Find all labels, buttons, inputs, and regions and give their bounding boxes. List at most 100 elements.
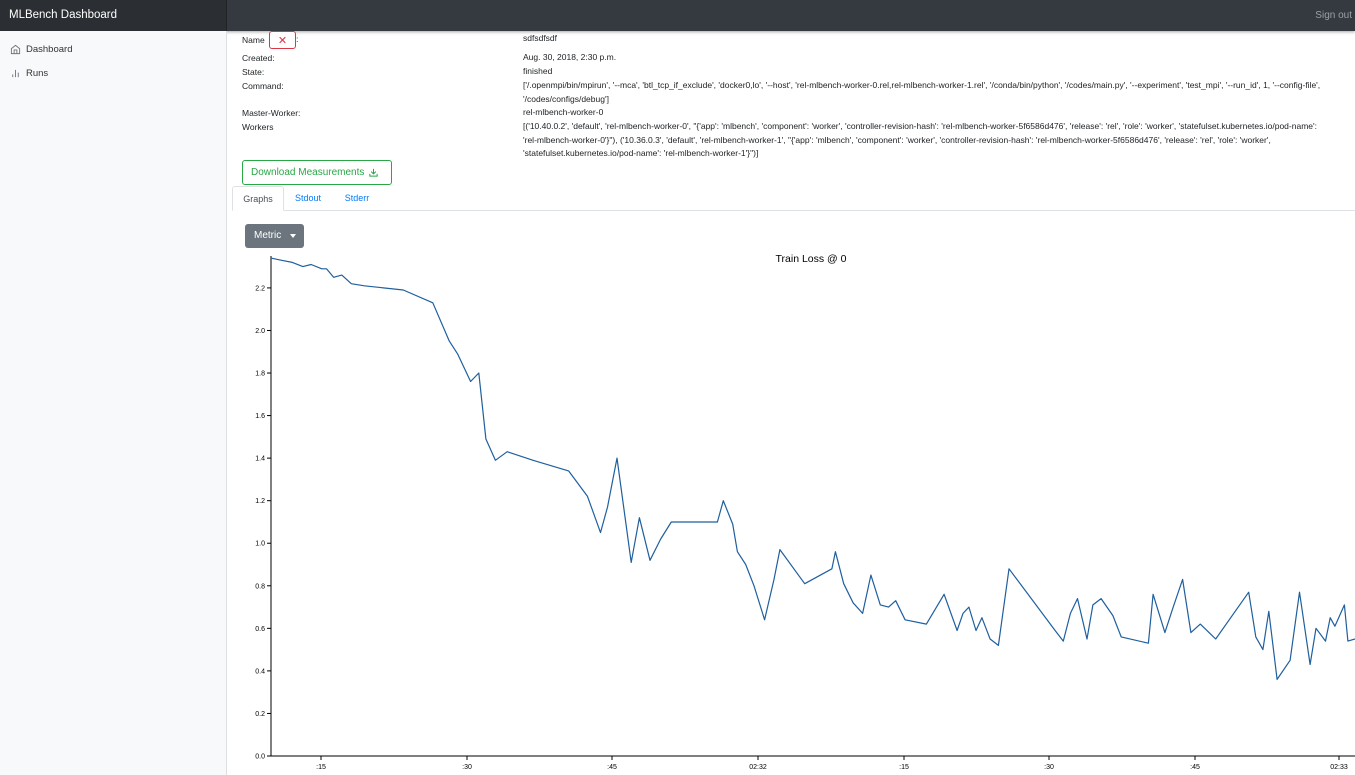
data-point <box>568 470 569 471</box>
y-tick-label: 1.8 <box>255 371 265 378</box>
data-point <box>495 460 496 461</box>
y-tick-label: 1.4 <box>255 456 265 463</box>
y-tick-label: 1.0 <box>255 541 265 548</box>
data-point <box>990 638 991 639</box>
data-point <box>998 645 999 646</box>
data-point <box>1182 579 1183 580</box>
data-point <box>831 568 832 569</box>
created-label: Created: <box>242 53 275 63</box>
sidebar-item-dashboard[interactable]: Dashboard <box>10 41 72 57</box>
data-point <box>1276 679 1277 680</box>
caret-down-icon <box>290 234 296 238</box>
y-tick-label: 0.6 <box>255 626 265 633</box>
data-point <box>880 604 881 605</box>
y-tick-label: 2.2 <box>255 285 265 292</box>
data-point <box>1190 632 1191 633</box>
data-point <box>321 268 322 269</box>
delete-name-button[interactable]: ✕ <box>269 31 296 49</box>
data-point <box>587 496 588 497</box>
y-tick-label: 1.2 <box>255 498 265 505</box>
brand-title[interactable]: MLBench Dashboard <box>0 0 227 31</box>
data-point <box>600 532 601 533</box>
data-point <box>607 506 608 507</box>
sidebar-item-label: Dashboard <box>26 43 73 55</box>
x-tick-label: 02:33 <box>1330 764 1348 770</box>
data-point <box>478 372 479 373</box>
data-point <box>723 500 724 501</box>
tab-stdout[interactable]: Stdout <box>286 186 330 211</box>
data-point <box>745 564 746 565</box>
y-tick-label: 0.8 <box>255 583 265 590</box>
data-point <box>311 264 312 265</box>
data-point <box>1344 604 1345 605</box>
data-point <box>1310 664 1311 665</box>
data-point <box>895 600 896 601</box>
sidebar-item-runs[interactable]: Runs <box>10 65 48 81</box>
name-label: Name <box>242 35 265 45</box>
data-point <box>1164 632 1165 633</box>
data-point <box>764 619 765 620</box>
tab-bar <box>232 210 1355 211</box>
sidebar-item-label: Runs <box>26 67 49 79</box>
data-point <box>975 630 976 631</box>
sidebar: Dashboard Runs <box>0 31 227 775</box>
master-worker-value: rel-mlbench-worker-0 <box>523 107 604 117</box>
data-point <box>649 560 650 561</box>
data-point <box>403 289 404 290</box>
y-tick-label: 0.4 <box>255 668 265 675</box>
data-point <box>1054 630 1055 631</box>
data-point <box>804 583 805 584</box>
data-point <box>1148 643 1149 644</box>
data-point <box>1173 606 1174 607</box>
data-point <box>1347 641 1348 642</box>
x-tick-label: :45 <box>607 764 617 770</box>
data-point <box>1215 638 1216 639</box>
data-point <box>533 460 534 461</box>
data-point <box>1200 623 1201 624</box>
state-label: State: <box>242 67 265 77</box>
data-point <box>981 617 982 618</box>
metric-dropdown-button[interactable]: Metric <box>245 224 304 248</box>
data-point <box>333 277 334 278</box>
top-navbar: MLBench Dashboard Sign out <box>0 0 1355 31</box>
data-point <box>888 606 889 607</box>
data-point <box>1299 592 1300 593</box>
data-point <box>470 381 471 382</box>
data-point <box>631 562 632 563</box>
data-point <box>351 283 352 284</box>
data-point <box>507 451 508 452</box>
train-loss-chart: 0.0 0.2 0.4 0.6 0.8 1.0 1.2 1.4 1.6 1.8 2.0 2.2:15:… <box>255 253 1355 770</box>
data-point <box>671 521 672 522</box>
data-point <box>862 613 863 614</box>
data-point <box>968 606 969 607</box>
data-point <box>639 517 640 518</box>
data-point <box>686 521 687 522</box>
data-point <box>1289 660 1290 661</box>
data-point <box>1112 615 1113 616</box>
data-point <box>616 458 617 459</box>
y-tick-label: 1.6 <box>255 413 265 420</box>
data-point <box>779 549 780 550</box>
name-colon: : <box>296 34 299 44</box>
data-point <box>1268 611 1269 612</box>
data-point <box>843 583 844 584</box>
data-point <box>956 630 957 631</box>
tab-stderr[interactable]: Stderr <box>334 186 380 211</box>
data-point <box>753 585 754 586</box>
data-point <box>1121 636 1122 637</box>
data-point <box>281 260 282 261</box>
data-point <box>341 275 342 276</box>
download-measurements-button[interactable]: Download Measurements <box>242 160 392 185</box>
data-point <box>737 551 738 552</box>
data-point <box>773 579 774 580</box>
data-point <box>870 575 871 576</box>
state-value: finished <box>523 66 553 76</box>
data-point <box>326 268 327 269</box>
sign-out-link[interactable]: Sign out <box>1315 0 1352 31</box>
tab-graphs[interactable]: Graphs <box>232 186 284 211</box>
data-point <box>292 262 293 263</box>
data-point <box>1101 598 1102 599</box>
data-point <box>1334 626 1335 627</box>
data-point <box>835 551 836 552</box>
command-label: Command: <box>242 81 284 91</box>
